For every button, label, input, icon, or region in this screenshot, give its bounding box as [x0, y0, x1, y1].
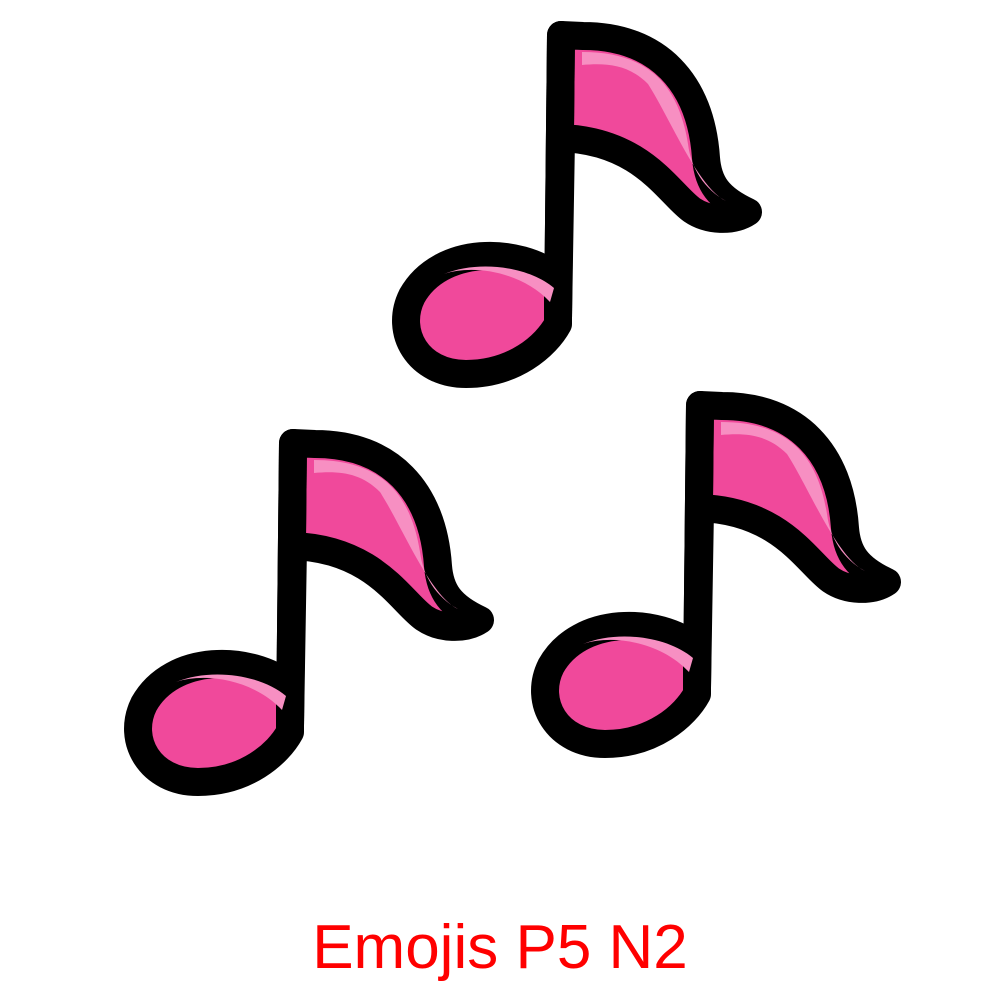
- emoji-canvas: Emojis P5 N2: [0, 0, 1000, 1000]
- emoji-caption: Emojis P5 N2: [312, 913, 688, 982]
- music-note-icon-top: [406, 35, 748, 374]
- music-note-icon-bottom-right: [545, 405, 887, 744]
- music-note-icon-bottom-left: [138, 443, 480, 782]
- music-notes-icon: [0, 0, 1000, 880]
